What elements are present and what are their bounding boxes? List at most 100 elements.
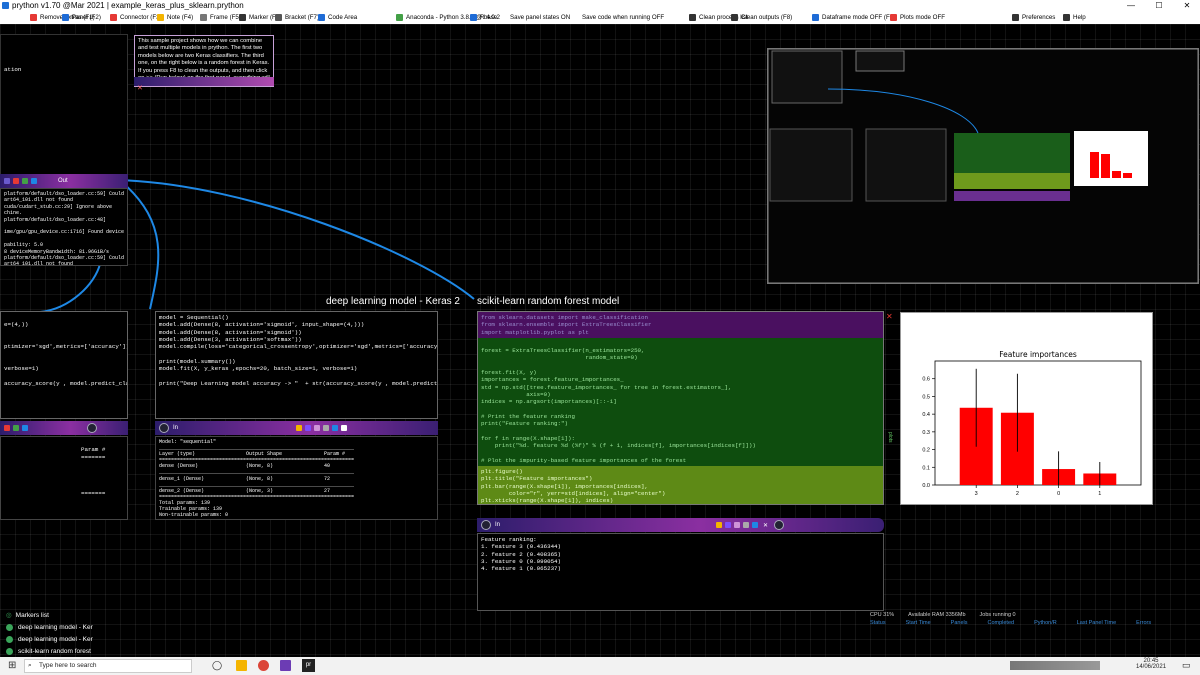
toolbar-item-5[interactable]: Frame (F5)	[200, 11, 241, 24]
link-icon[interactable]	[22, 425, 28, 431]
output-line: 1. feature 3 (0.436344)	[481, 543, 562, 551]
toolbar-item-4[interactable]: Note (F4)	[157, 11, 193, 24]
sklearn-output-text: Feature ranking: 1. feature 3 (0.436344) 2…	[478, 534, 883, 574]
status-header[interactable]: Completed	[987, 620, 1014, 626]
windows-taskbar: ⊞ ⌕ Type here to search ◯ pr 20:45 14/06/…	[0, 657, 1200, 675]
keras2-code-panel[interactable]: model = Sequential() model.add(Dense(8, a…	[155, 311, 438, 419]
connector-line[interactable]	[117, 179, 475, 300]
keras2-output[interactable]: Model: "sequential" _____________________…	[155, 436, 438, 520]
marker-item[interactable]: deep learning model - Ker	[6, 633, 200, 645]
shapes-icon[interactable]	[734, 522, 741, 528]
link-icon[interactable]	[332, 425, 339, 431]
sklearn-code-panel[interactable]: from sklearn.datasets import make_classi…	[477, 311, 884, 505]
marker-dot-icon	[6, 635, 13, 643]
python-icon[interactable]	[22, 178, 28, 184]
forward-icon[interactable]	[725, 522, 732, 528]
toolbar-item-7[interactable]: Bracket (F7)	[275, 11, 319, 24]
code-line: model.fit(X, y_keras ,epochs=20, batch_s…	[159, 365, 358, 373]
close-button[interactable]: ✕	[1174, 0, 1200, 11]
maximize-button[interactable]: ☐	[1146, 0, 1172, 11]
close-icon[interactable]: ✕	[886, 312, 898, 321]
toolbar-item-10[interactable]: R 4.0.2	[470, 11, 500, 24]
close-icon[interactable]: ✕	[763, 522, 768, 529]
keras1-code[interactable]: e=(4,)) ptimizer='sgd',metrics=['accurac…	[1, 312, 127, 389]
code-line: axis=0)	[481, 390, 551, 398]
output-line: Param #	[81, 446, 106, 454]
marker-item[interactable]: deep learning model - Ker	[6, 621, 200, 633]
status-header[interactable]: Python/R	[1034, 620, 1057, 626]
sklearn-output[interactable]: Feature ranking: 1. feature 3 (0.436344) 2…	[477, 533, 884, 611]
run-circle-icon[interactable]	[87, 423, 97, 433]
toolbar-item-11[interactable]: Save panel states ON	[510, 11, 570, 24]
notification-icon[interactable]: ▭	[1182, 660, 1191, 671]
marker-item[interactable]: scikit-learn random forest	[6, 645, 200, 657]
task-view-icon[interactable]: ◯	[212, 660, 222, 671]
toolbar-item-12[interactable]: Save code when running OFF	[582, 11, 664, 24]
out-circle-icon[interactable]	[774, 520, 785, 530]
connector-line[interactable]	[39, 263, 101, 313]
minimize-button[interactable]: —	[1118, 0, 1144, 11]
keras1-code-panel[interactable]: e=(4,)) ptimizer='sgd',metrics=['accurac…	[0, 311, 128, 419]
forward-icon[interactable]	[305, 425, 312, 431]
status-header[interactable]: Start Time	[906, 620, 931, 626]
python-icon[interactable]	[13, 425, 19, 431]
markers-list: ◎ Markers list deep learning model - Ker…	[0, 609, 200, 657]
toolbar-item-8[interactable]: Code Area	[318, 11, 357, 24]
run-circle-icon[interactable]	[481, 520, 491, 530]
shapes-icon[interactable]	[314, 425, 321, 431]
marker-label: deep learning model - Ker	[18, 623, 93, 631]
feature-importance-plot[interactable]: Feature importances 0.0 0.1 0.2 0.3 0.4 0.5 0.6…	[900, 312, 1153, 505]
minimap[interactable]	[767, 48, 1199, 284]
tray-icons[interactable]	[1010, 661, 1100, 670]
keras2-output-text: Model: "sequential" _____________________…	[156, 437, 437, 519]
link-icon[interactable]	[31, 178, 37, 184]
settings-icon[interactable]	[743, 522, 750, 528]
keras1-output[interactable]: Param # ======= =======	[0, 436, 128, 520]
prython-taskbar-icon[interactable]: pr	[302, 659, 315, 672]
visual-studio-icon[interactable]	[280, 660, 291, 671]
close-icon[interactable]: ✕	[137, 85, 143, 92]
status-header[interactable]: Panels	[951, 620, 968, 626]
dataframe-icon	[812, 14, 819, 21]
toolbar-item-2[interactable]: Panel (F2)	[62, 11, 101, 24]
stderr-text: platform/default/dso_loader.cc:59] Could…	[1, 189, 127, 265]
code-line: from sklearn.datasets import make_classi…	[481, 314, 648, 321]
sklearn-plot-code[interactable]: plt.figure() plt.title("Feature importanc…	[478, 465, 883, 504]
keras2-title: deep learning model - Keras 2	[326, 296, 460, 307]
left-top-panel[interactable]: ation	[0, 34, 128, 184]
status-header[interactable]: Errors	[1136, 620, 1151, 626]
sklearn-model-code[interactable]: forest = ExtraTreesClassifier(n_estimato…	[478, 337, 883, 466]
r-icon	[470, 14, 477, 21]
out-icon[interactable]	[341, 425, 348, 431]
toolbar-item-17[interactable]: Preferences	[1012, 11, 1055, 24]
taskbar-search[interactable]: ⌕ Type here to search	[24, 659, 192, 673]
chrome-icon[interactable]	[258, 660, 269, 671]
toolbar-item-3[interactable]: Connector (F3)	[110, 11, 162, 24]
toolbar-label: Save code when running OFF	[582, 14, 665, 21]
toolbar-item-14[interactable]: Clean outputs (F8)	[731, 11, 792, 24]
left-top-code[interactable]: ation	[1, 35, 127, 75]
code-line: ptimizer='sgd',metrics=['accuracy'])	[4, 343, 128, 351]
x-tick-label: 3	[975, 491, 978, 497]
settings-icon[interactable]	[323, 425, 330, 431]
keras2-code[interactable]: model = Sequential() model.add(Dense(8, a…	[156, 312, 437, 389]
run-circle-icon[interactable]	[159, 423, 169, 433]
windows-start-icon[interactable]: ⊞	[8, 660, 16, 671]
stop-icon[interactable]	[13, 178, 19, 184]
run-icon[interactable]	[4, 178, 10, 184]
status-header[interactable]: Last Panel Time	[1077, 620, 1116, 626]
toolbar-item-15[interactable]: Dataframe mode OFF (F9)	[812, 11, 895, 24]
workspace-canvas[interactable]: ation Out platform/default/dso_loader.cc…	[0, 24, 1200, 657]
stop-icon[interactable]	[4, 425, 10, 431]
toolbar-item-16[interactable]: Plots mode OFF	[890, 11, 945, 24]
link-icon[interactable]	[752, 522, 759, 528]
python-icon[interactable]	[716, 522, 723, 528]
toolbar-item-18[interactable]: Help	[1063, 11, 1086, 24]
stderr-output[interactable]: platform/default/dso_loader.cc:59] Could…	[0, 188, 128, 266]
clock[interactable]: 20:45 14/06/2021	[1136, 658, 1166, 670]
status-header[interactable]: Status	[870, 620, 886, 626]
sklearn-imports[interactable]: from sklearn.datasets import make_classi…	[478, 312, 883, 338]
file-explorer-icon[interactable]	[236, 660, 247, 671]
python-icon[interactable]	[296, 425, 303, 431]
